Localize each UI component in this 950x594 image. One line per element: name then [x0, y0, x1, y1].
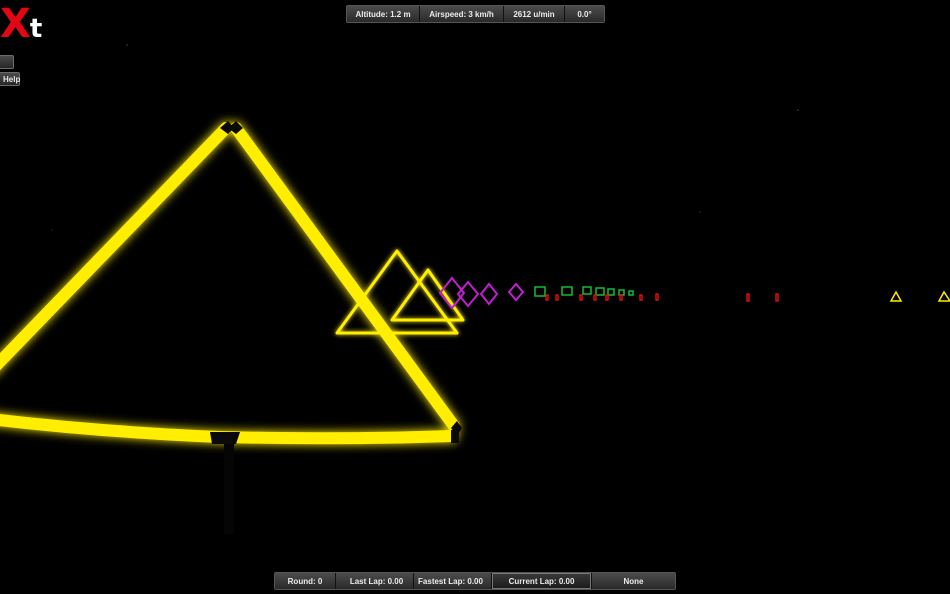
best-pilot-readout: None — [592, 573, 675, 589]
side-menu-button[interactable] — [0, 55, 14, 69]
round-readout: Round: 0 — [275, 573, 336, 589]
fastest-lap-readout: Fastest Lap: 0.00 — [414, 573, 492, 589]
help-button[interactable]: Help — [0, 72, 20, 86]
app-logo: X t — [0, 4, 42, 44]
flight-stats-bar: Altitude: 1.2 m Airspeed: 3 km/h 2612 u/… — [346, 5, 605, 23]
rpm-readout: 2612 u/min — [504, 6, 565, 22]
green-square-gates — [534, 286, 634, 297]
altitude-readout: Altitude: 1.2 m — [347, 6, 420, 22]
red-marker-posts — [545, 293, 779, 302]
angle-readout: 0.0° — [565, 6, 604, 22]
airspeed-readout: Airspeed: 3 km/h — [420, 6, 504, 22]
lap-stats-bar: Round: 0 Last Lap: 0.00 Fastest Lap: 0.0… — [274, 572, 676, 590]
current-lap-readout: Current Lap: 0.00 — [492, 573, 592, 589]
background-stars — [51, 44, 799, 231]
help-button-label: Help — [3, 74, 21, 84]
flight-scene — [0, 44, 950, 534]
far-yellow-gates — [889, 290, 950, 302]
large-yellow-gate — [0, 121, 462, 534]
logo-t-letter: t — [29, 14, 43, 44]
last-lap-readout: Last Lap: 0.00 — [336, 573, 414, 589]
logo-x-letter: X — [0, 1, 31, 47]
